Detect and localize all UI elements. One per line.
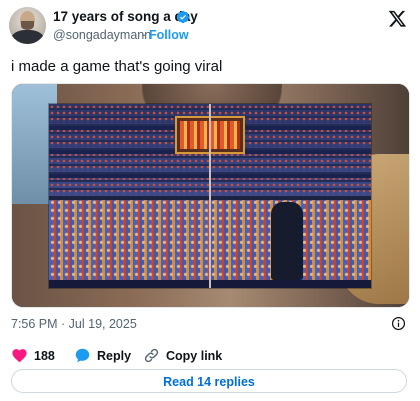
- separator-dot: ·: [142, 28, 147, 42]
- screen-divider: [209, 104, 211, 288]
- like-button[interactable]: 188: [11, 347, 55, 364]
- info-icon[interactable]: [391, 316, 406, 331]
- verified-badge-icon: [176, 10, 190, 24]
- reply-bubble-icon: [75, 348, 90, 363]
- reply-label: Reply: [97, 348, 132, 363]
- tweet-media-video[interactable]: [11, 83, 410, 308]
- tweet-timestamp[interactable]: 7:56 PM · Jul 19, 2025: [11, 317, 137, 331]
- x-logo-icon[interactable]: [388, 9, 407, 28]
- read-replies-button[interactable]: Read 14 replies: [11, 369, 407, 393]
- follow-button[interactable]: Follow: [149, 28, 189, 42]
- heart-icon: [12, 349, 27, 363]
- like-count: 188: [34, 348, 55, 363]
- copy-link-label: Copy link: [166, 348, 223, 363]
- copy-link-button[interactable]: Copy link: [143, 347, 222, 364]
- tweet-text: i made a game that's going viral: [11, 58, 223, 75]
- game-performer: [271, 202, 303, 280]
- avatar-beard: [21, 21, 34, 30]
- avatar-body: [11, 30, 44, 44]
- link-icon: [144, 348, 159, 363]
- avatar[interactable]: [9, 7, 46, 44]
- game-screen: [49, 104, 371, 288]
- reply-button[interactable]: Reply: [74, 347, 131, 364]
- author-handle[interactable]: @songadaymann: [53, 28, 151, 42]
